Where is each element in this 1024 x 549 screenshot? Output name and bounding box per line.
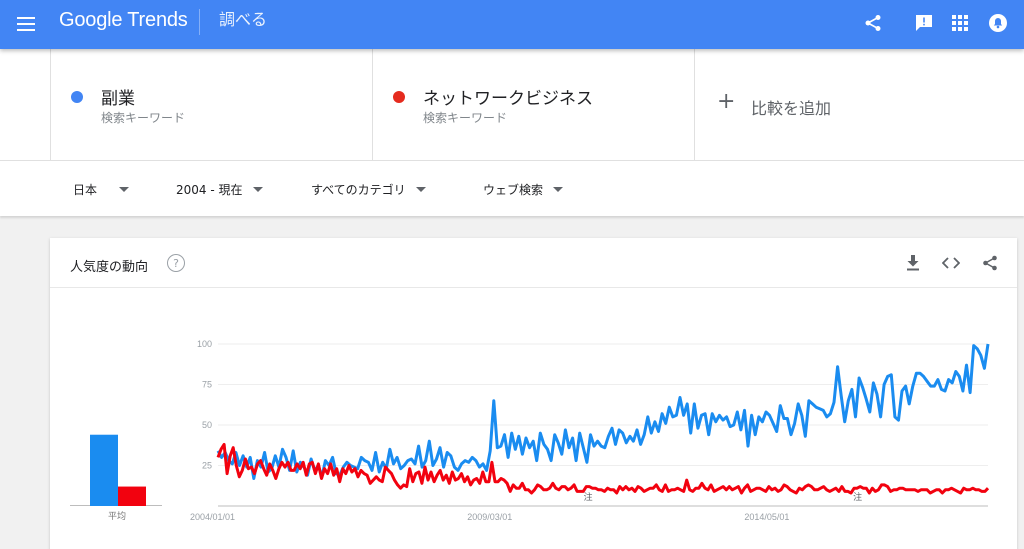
term-type: 検索キーワード <box>101 111 186 125</box>
search-type-label: ウェブ検索 <box>483 183 544 197</box>
term-name[interactable]: ネットワークビジネス <box>423 84 593 109</box>
compare-terms-bar: 副業 検索キーワード ネットワークビジネス 検索キーワード + 比較を追加 <box>0 49 1024 160</box>
time-range-filter[interactable]: 2004 - 現在 <box>176 181 263 198</box>
average-bar-fukugyo <box>90 434 118 506</box>
y-tick-label: 25 <box>202 461 212 471</box>
header-divider <box>199 9 200 35</box>
plus-icon: + <box>717 89 736 114</box>
apps-icon[interactable] <box>948 11 972 35</box>
x-tick-label: 2014/05/01 <box>744 512 789 522</box>
google-trends-logo[interactable]: Google Trends <box>59 8 188 32</box>
add-comparison-button[interactable]: + 比較を追加 <box>694 49 1024 160</box>
dropdown-arrow-icon <box>415 187 426 192</box>
series-line-fukugyo <box>216 343 990 480</box>
term-color-dot <box>393 91 405 103</box>
filter-bar: 日本 2004 - 現在 すべてのカテゴリ ウェブ検索 <box>0 160 1024 216</box>
note-marker: 注 <box>584 491 593 503</box>
menu-icon[interactable] <box>13 11 39 37</box>
explore-link[interactable]: 調べる <box>219 10 267 30</box>
term-color-dot <box>71 91 83 103</box>
search-type-filter[interactable]: ウェブ検索 <box>483 181 564 198</box>
term-name[interactable]: 副業 <box>101 84 135 109</box>
average-bar-network-business <box>118 486 146 506</box>
x-tick-label: 2004/01/01 <box>190 512 235 522</box>
dropdown-arrow-icon <box>119 187 130 192</box>
category-filter[interactable]: すべてのカテゴリ <box>311 181 426 198</box>
interest-over-time-panel: 人気度の動向 ? 平均 25 50 75 100 2004/01/01 2009/03/0… <box>50 238 1017 549</box>
y-tick-label: 100 <box>197 339 212 349</box>
top-app-bar: Google Trends 調べる <box>0 0 1024 49</box>
term-card-2[interactable]: ネットワークビジネス 検索キーワード <box>372 49 695 160</box>
account-icon[interactable] <box>986 11 1010 35</box>
add-comparison-label: 比較を追加 <box>751 99 832 118</box>
dropdown-arrow-icon <box>252 187 263 192</box>
y-tick-label: 75 <box>202 380 212 390</box>
time-range-label: 2004 - 現在 <box>176 183 243 197</box>
y-tick-label: 50 <box>202 420 212 430</box>
term-type: 検索キーワード <box>423 111 508 125</box>
note-marker: 注 <box>853 491 862 503</box>
feedback-icon[interactable] <box>912 11 936 35</box>
dropdown-arrow-icon <box>553 187 564 192</box>
region-filter-label: 日本 <box>73 183 98 197</box>
term-card-1[interactable]: 副業 検索キーワード <box>50 49 373 160</box>
category-label: すべてのカテゴリ <box>311 183 406 197</box>
x-tick-label: 2009/03/01 <box>467 512 512 522</box>
region-filter[interactable]: 日本 <box>73 181 130 198</box>
trend-chart: 25 50 75 100 2004/01/01 2009/03/01 2014/05/01 注… <box>90 339 990 522</box>
series-line-network-business <box>216 442 990 495</box>
share-icon[interactable] <box>861 11 885 35</box>
